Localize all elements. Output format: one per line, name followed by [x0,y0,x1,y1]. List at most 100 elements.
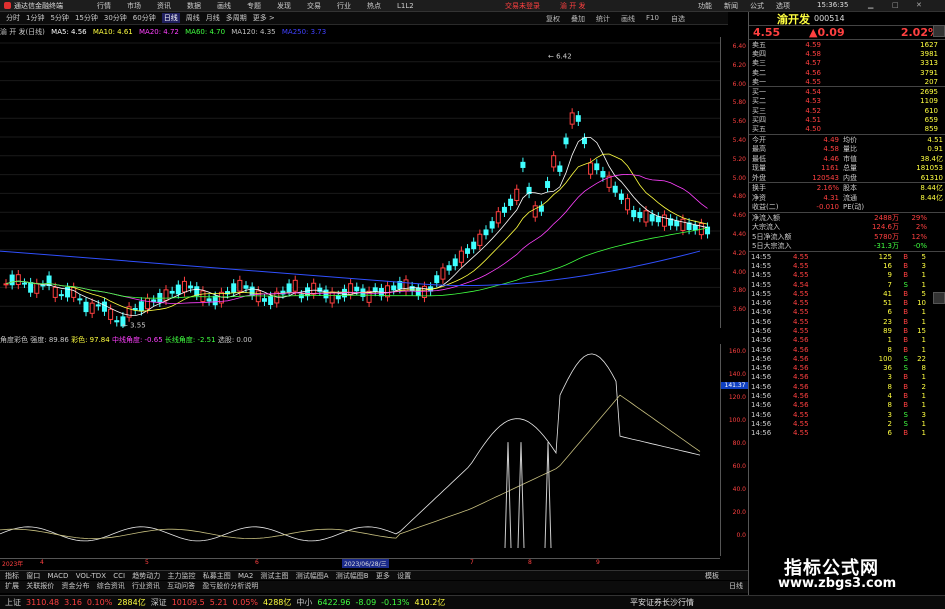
indicator-tab[interactable]: 测试主图 [261,572,289,580]
menu-item[interactable]: 热点 [367,1,381,11]
fuquan-button[interactable]: 复权 [546,14,560,24]
indicator-tab[interactable]: 主力监控 [168,572,196,580]
stat-row: 最低 4.46 市值 38.4亿 [749,154,945,164]
stat-cell: 181053 [916,164,943,173]
period-tab[interactable]: 1分钟 [26,13,44,23]
period-indicator[interactable]: 日线 [729,581,743,591]
indicator-tab[interactable]: 设置 [397,572,411,580]
indicator-tab[interactable]: 趋势动力 [132,572,160,580]
period-tab[interactable]: 多周期 [226,13,247,23]
candle [440,267,446,280]
maximize-icon[interactable]: □ [892,1,899,9]
tick-list[interactable]: 14:55 4.55 125 B 5 14:55 4.55 16 B 3 14:55 4.55 9 B 1 1… [749,252,945,438]
menu-item[interactable]: 发现 [277,1,291,11]
period-tab[interactable]: 15分钟 [75,13,98,23]
stats-button[interactable]: 统计 [596,14,610,24]
menu-item[interactable]: 专题 [247,1,261,11]
color-line [0,394,701,540]
menu-news[interactable]: 新闻 [724,1,738,11]
tick-cell: 9 [887,271,892,280]
watchlist-button[interactable]: 自选 [671,14,685,24]
draw-button[interactable]: 画线 [621,14,635,24]
period-tab[interactable]: 5分钟 [50,13,68,23]
menu-item[interactable]: 交易 [307,1,321,11]
tick-cell: B [903,392,908,401]
menu-item[interactable]: L1L2 [397,2,414,10]
index-value: 深证 [150,598,167,607]
indicator-tab[interactable]: CCI [113,572,125,580]
tick-cell: B [903,299,908,308]
extension-tab[interactable]: 扩展 [5,582,19,590]
overlay-button[interactable]: 叠加 [571,14,585,24]
indicator-tab[interactable]: 指标 [5,572,19,580]
indicator-tab[interactable]: 测试幅图A [296,572,329,580]
extension-tab[interactable]: 互动问答 [167,582,195,590]
candle [101,301,107,312]
tick-cell: B [903,336,908,345]
candle [348,283,354,296]
indicator-chart[interactable] [0,344,720,556]
tick-cell: 100 [878,354,892,363]
candle [372,287,378,293]
indicator-tab[interactable]: 更多 [376,572,390,580]
period-tab-active[interactable]: 日线 [161,13,180,23]
candle [495,211,501,224]
tick-cell: 1 [921,317,926,326]
extension-tab[interactable]: 行业资讯 [132,582,160,590]
candle [206,298,212,302]
tick-row: 14:55 4.55 125 B 5 [749,252,945,261]
indicator-tab[interactable]: VOL-TDX [76,572,106,580]
period-tab[interactable]: 30分钟 [104,13,127,23]
extension-tab[interactable]: 盈亏股价分析说明 [202,582,258,590]
f10-button[interactable]: F10 [646,14,659,22]
side-arrow-icon[interactable] [933,292,945,304]
indicator-tab[interactable]: 私募主图 [203,572,231,580]
candle [588,162,594,175]
template-button[interactable]: 模板 [705,571,719,581]
trade-login-link[interactable]: 交易未登录 [505,1,540,11]
extension-tab[interactable]: 资金分布 [61,582,89,590]
indicator-tab[interactable]: 测试幅图B [336,572,369,580]
tick-cell: 22 [917,354,926,363]
indicator-tab[interactable]: MACD [47,572,68,580]
minimize-icon[interactable]: ▁ [868,1,873,9]
menu-item[interactable]: 数据 [187,1,201,11]
menu-options[interactable]: 选项 [776,1,790,11]
period-tab[interactable]: 分时 [6,13,20,23]
tick-cell: 8 [887,345,892,354]
tick-cell: 4.55 [793,419,809,428]
extension-tab[interactable]: 关联报价 [26,582,54,590]
tick-cell: 4.55 [793,289,809,298]
menu-item[interactable]: 行情 [97,1,111,11]
tick-row: 14:56 4.55 23 B 1 [749,317,945,326]
menu-item[interactable]: 行业 [337,1,351,11]
menu-formula[interactable]: 公式 [750,1,764,11]
tick-row: 14:56 4.56 1 B 1 [749,336,945,345]
ma-label: MA5: 4.56 [51,28,87,36]
candle [169,290,175,294]
period-tab[interactable]: 月线 [206,13,220,23]
index-value: -0.13% [381,598,410,607]
candlestick-chart[interactable]: ← 6.42 ← 3.55 [0,37,720,328]
tick-cell: 4.55 [793,429,809,438]
period-tab[interactable]: 周线 [186,13,200,23]
indicator-tab[interactable]: MA2 [238,572,253,580]
tick-cell: 4.55 [793,252,809,261]
indicator-tab[interactable]: 窗口 [26,572,40,580]
candle [28,282,34,293]
menu-item[interactable]: 画线 [217,1,231,11]
price-tick: 6.40 [732,43,746,50]
menu-function[interactable]: 功能 [698,1,712,11]
tick-cell: 15 [917,326,926,335]
period-tab[interactable]: 更多 > [253,13,275,23]
extension-tab[interactable]: 综合资讯 [97,582,125,590]
book-price: 4.58 [805,49,821,58]
tick-cell: 4 [887,392,892,401]
period-tab[interactable]: 60分钟 [133,13,156,23]
candle [95,304,101,307]
close-icon[interactable]: ✕ [916,1,922,9]
side-collapse-icon[interactable] [933,25,945,37]
menu-item[interactable]: 资讯 [157,1,171,11]
tick-cell: S [903,354,908,363]
menu-item[interactable]: 市场 [127,1,141,11]
